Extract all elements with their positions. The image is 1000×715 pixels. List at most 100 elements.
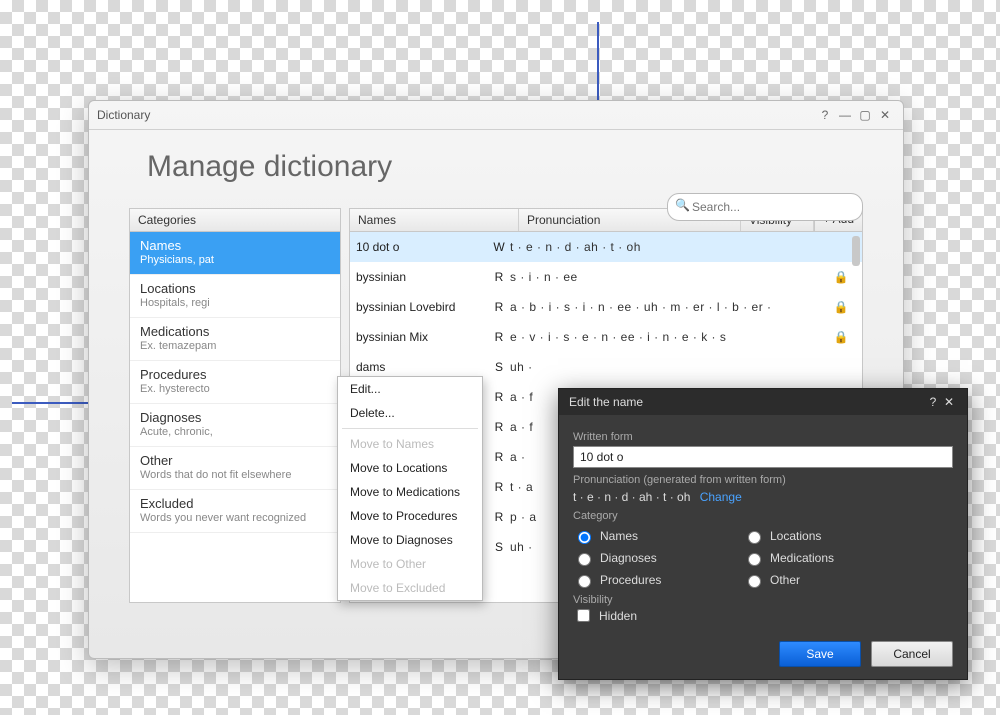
category-label: Category	[573, 510, 953, 522]
radio-label: Procedures	[600, 573, 661, 587]
category-subtitle: Words you never want recognized	[140, 512, 330, 524]
search-input[interactable]	[667, 193, 863, 221]
menu-item[interactable]: Move to Procedures	[338, 504, 482, 528]
radio-label: Medications	[770, 551, 834, 565]
visibility-label: Visibility	[573, 594, 953, 606]
category-item[interactable]: OtherWords that do not fit elsewhere	[130, 447, 340, 490]
category-title: Excluded	[140, 496, 330, 511]
dialog-title: Edit the name	[569, 395, 643, 409]
category-radio[interactable]: Medications	[743, 550, 853, 566]
category-item[interactable]: LocationsHospitals, regi	[130, 275, 340, 318]
titlebar: Dictionary ? — ▢ ✕	[89, 101, 903, 130]
cell-name: dams	[356, 360, 488, 374]
pronunciation-label: Pronunciation (generated from written fo…	[573, 474, 953, 486]
cell-visibility: 🔒	[826, 300, 856, 314]
category-subtitle: Acute, chronic,	[140, 426, 330, 438]
cell-visibility: 🔒	[826, 270, 856, 284]
radio-input[interactable]	[578, 531, 591, 544]
lock-icon: 🔒	[834, 270, 849, 284]
pronunciation-value: t · e · n · d · ah · t · oh	[573, 490, 690, 504]
category-radio[interactable]: Locations	[743, 528, 853, 544]
cancel-button[interactable]: Cancel	[871, 641, 953, 667]
radio-label: Names	[600, 529, 638, 543]
category-item[interactable]: MedicationsEx. temazepam	[130, 318, 340, 361]
written-form-input[interactable]	[573, 446, 953, 468]
category-radio[interactable]: Other	[743, 572, 853, 588]
written-form-label: Written form	[573, 431, 953, 443]
radio-input[interactable]	[748, 575, 761, 588]
radio-input[interactable]	[748, 553, 761, 566]
category-radio[interactable]: Names	[573, 528, 683, 544]
lock-icon: 🔒	[834, 300, 849, 314]
context-menu: Edit...Delete...Move to NamesMove to Loc…	[337, 376, 483, 601]
cell-rw: S	[488, 540, 510, 554]
hidden-checkbox-row[interactable]: Hidden	[573, 606, 683, 625]
category-title: Diagnoses	[140, 410, 330, 425]
radio-label: Diagnoses	[600, 551, 657, 565]
radio-input[interactable]	[578, 553, 591, 566]
category-item[interactable]: NamesPhysicians, pat	[130, 232, 340, 275]
cell-rw: R	[488, 510, 510, 524]
table-row[interactable]: byssinianRs · i · n · ee 🔒	[350, 262, 862, 292]
cell-rw: R	[488, 480, 510, 494]
dialog-help-icon[interactable]: ?	[925, 395, 941, 409]
cell-name: byssinian Mix	[356, 330, 488, 344]
category-radio[interactable]: Procedures	[573, 572, 683, 588]
cell-visibility: 🔒	[826, 330, 856, 344]
cell-pronunciation: e · v · i · s · e · n · ee · i · n · e ·…	[510, 330, 826, 344]
dialog-titlebar: Edit the name ? ✕	[559, 389, 967, 415]
hidden-checkbox[interactable]	[577, 609, 590, 622]
cell-pronunciation: a · b · i · s · i · n · ee · uh · m · er…	[510, 300, 826, 314]
category-subtitle: Words that do not fit elsewhere	[140, 469, 330, 481]
cell-rw: R	[488, 450, 510, 464]
category-item[interactable]: DiagnosesAcute, chronic,	[130, 404, 340, 447]
menu-item[interactable]: Move to Diagnoses	[338, 528, 482, 552]
categories-list: NamesPhysicians, patLocationsHospitals, …	[129, 232, 341, 603]
cell-rw: R	[488, 300, 510, 314]
cell-rw: R	[488, 420, 510, 434]
categories-header: Categories	[129, 208, 341, 232]
save-button[interactable]: Save	[779, 641, 861, 667]
category-subtitle: Physicians, pat	[140, 254, 330, 266]
category-title: Locations	[140, 281, 330, 296]
category-item[interactable]: ExcludedWords you never want recognized	[130, 490, 340, 533]
radio-label: Other	[770, 573, 800, 587]
dialog-close-icon[interactable]: ✕	[941, 395, 957, 409]
radio-input[interactable]	[748, 531, 761, 544]
table-row[interactable]: byssinian LovebirdRa · b · i · s · i · n…	[350, 292, 862, 322]
table-row[interactable]: 10 dot oWt · e · n · d · ah · t · oh	[350, 232, 862, 262]
cell-rw: W	[488, 240, 510, 254]
page-title: Manage dictionary	[147, 150, 863, 184]
cell-rw: R	[488, 270, 510, 284]
menu-item[interactable]: Move to Medications	[338, 480, 482, 504]
category-title: Names	[140, 238, 330, 253]
category-item[interactable]: ProceduresEx. hysterecto	[130, 361, 340, 404]
radio-label: Locations	[770, 529, 821, 543]
change-link[interactable]: Change	[700, 490, 742, 504]
category-subtitle: Ex. temazepam	[140, 340, 330, 352]
category-subtitle: Ex. hysterecto	[140, 383, 330, 395]
menu-item[interactable]: Delete...	[338, 401, 482, 425]
category-radio[interactable]: Diagnoses	[573, 550, 683, 566]
cell-rw: R	[488, 390, 510, 404]
help-icon[interactable]: ?	[815, 108, 835, 122]
menu-item[interactable]: Move to Locations	[338, 456, 482, 480]
maximize-icon[interactable]: ▢	[855, 108, 875, 122]
cell-name: byssinian	[356, 270, 488, 284]
cell-name: byssinian Lovebird	[356, 300, 488, 314]
category-title: Medications	[140, 324, 330, 339]
menu-item: Move to Excluded	[338, 576, 482, 600]
col-names[interactable]: Names	[350, 209, 519, 231]
hidden-label: Hidden	[599, 609, 637, 623]
close-icon[interactable]: ✕	[875, 108, 895, 122]
cell-pronunciation: s · i · n · ee	[510, 270, 826, 284]
scrollbar-thumb[interactable]	[852, 236, 860, 266]
menu-item: Move to Other	[338, 552, 482, 576]
radio-input[interactable]	[578, 575, 591, 588]
table-row[interactable]: byssinian MixRe · v · i · s · e · n · ee…	[350, 322, 862, 352]
menu-item[interactable]: Edit...	[338, 377, 482, 401]
category-subtitle: Hospitals, regi	[140, 297, 330, 309]
cell-pronunciation: uh ·	[510, 360, 826, 374]
cell-rw: R	[488, 330, 510, 344]
minimize-icon[interactable]: —	[835, 108, 855, 122]
